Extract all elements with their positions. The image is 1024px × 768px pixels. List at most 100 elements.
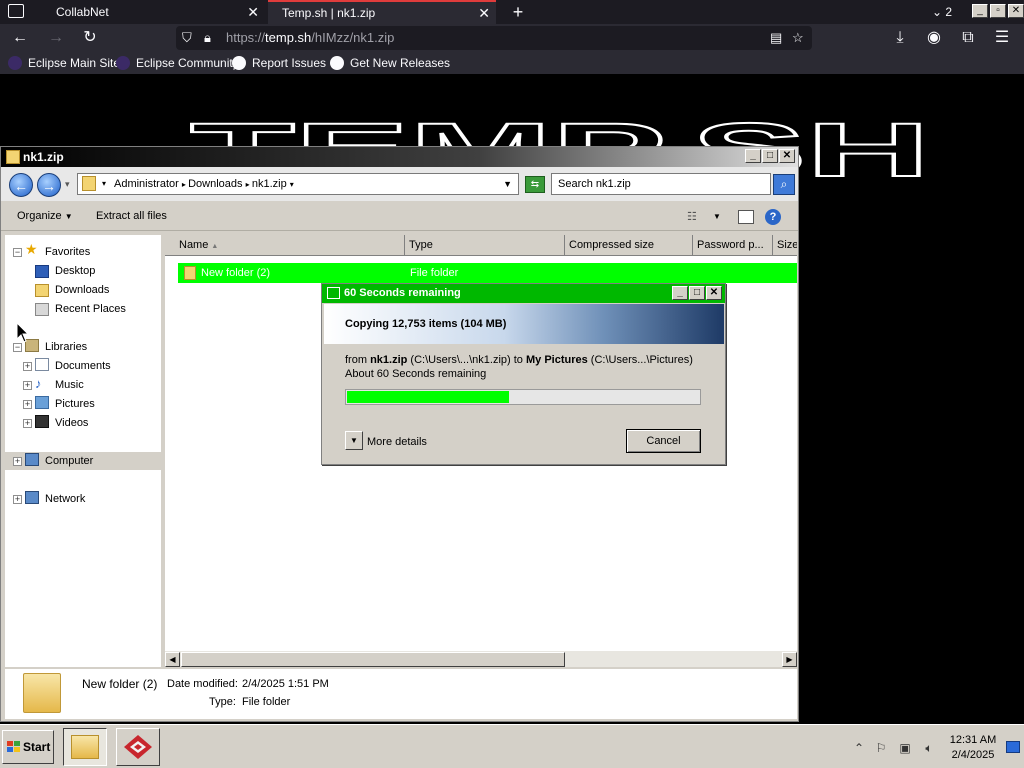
table-row[interactable]: New folder (2) File folder: [178, 263, 797, 283]
new-tab-icon[interactable]: +: [508, 0, 528, 24]
tab-temp-sh[interactable]: Temp.sh | nk1.zip ✕: [268, 0, 496, 24]
show-hidden-icons-icon[interactable]: ⌃: [852, 741, 866, 755]
expand-icon[interactable]: +: [13, 495, 22, 504]
minimize-icon[interactable]: _: [745, 149, 761, 163]
taskbar-app[interactable]: [116, 728, 160, 766]
clock-time[interactable]: 12:31 AM: [948, 734, 998, 746]
expand-icon[interactable]: +: [23, 362, 32, 371]
refresh-icon[interactable]: ⇆: [525, 176, 545, 193]
breadcrumb-administrator[interactable]: Administrator: [114, 178, 179, 190]
breadcrumb-nk1-zip[interactable]: nk1.zip: [252, 178, 287, 190]
chevron-down-icon[interactable]: ▾: [65, 179, 70, 190]
cancel-button[interactable]: Cancel: [626, 429, 701, 453]
expand-icon[interactable]: +: [23, 400, 32, 409]
scroll-thumb[interactable]: [181, 652, 565, 667]
preview-pane-icon[interactable]: [738, 210, 754, 224]
organize-button[interactable]: Organize ▼: [17, 210, 73, 222]
forward-arrow-icon[interactable]: →: [46, 28, 66, 48]
address-bar[interactable]: ▾ Administrator ▸ Downloads ▸ nk1.zip ▾ …: [77, 173, 519, 195]
minimize-icon[interactable]: _: [972, 4, 988, 18]
horizontal-scrollbar[interactable]: ◀ ▶: [165, 650, 797, 667]
minimize-icon[interactable]: _: [672, 286, 688, 300]
close-icon[interactable]: ✕: [478, 2, 490, 24]
desktop-icon: [35, 265, 49, 278]
extensions-icon[interactable]: ⧉: [958, 28, 978, 48]
bookmark-star-icon[interactable]: ☆: [792, 26, 804, 50]
bookmark-eclipse-community[interactable]: Eclipse Community: [116, 55, 239, 71]
forward-arrow-icon[interactable]: →: [37, 173, 61, 197]
column-size[interactable]: Size: [773, 235, 797, 256]
maximize-icon[interactable]: □: [689, 286, 705, 300]
bookmark-eclipse-main[interactable]: Eclipse Main Site: [8, 55, 120, 71]
window-controls: _ ▫ ✕: [972, 2, 1024, 20]
expand-icon[interactable]: +: [23, 381, 32, 390]
breadcrumb-downloads[interactable]: Downloads: [188, 178, 242, 190]
collapse-icon[interactable]: −: [13, 343, 22, 352]
view-options-icon[interactable]: ☷: [687, 210, 697, 223]
details-modified-value: 2/4/2025 1:51 PM: [242, 678, 329, 690]
nav-favorites[interactable]: Favorites: [45, 243, 90, 261]
column-type[interactable]: Type: [405, 235, 565, 256]
nav-recent-places[interactable]: Recent Places: [55, 300, 126, 318]
help-icon[interactable]: ?: [765, 209, 781, 225]
explorer-title-bar[interactable]: nk1.zip _ □ ✕: [1, 147, 798, 167]
more-details-toggle[interactable]: ▼: [345, 431, 363, 450]
back-arrow-icon[interactable]: ←: [10, 28, 30, 48]
volume-icon[interactable]: 🔈︎: [922, 741, 936, 755]
network-icon[interactable]: ▣: [898, 741, 912, 755]
collapse-icon[interactable]: −: [13, 248, 22, 257]
nav-network[interactable]: Network: [45, 490, 85, 508]
close-icon[interactable]: ✕: [779, 149, 795, 163]
shield-icon[interactable]: ⛉: [182, 26, 192, 50]
url-bar[interactable]: ⛉ 🔒︎ https://temp.sh/hIMzz/nk1.zip ▤ ☆: [176, 26, 812, 50]
close-icon[interactable]: ✕: [247, 0, 259, 24]
chevron-down-icon[interactable]: ▾: [290, 180, 294, 189]
menu-icon[interactable]: ☰: [992, 28, 1012, 48]
download-icon[interactable]: ⤓: [890, 28, 910, 48]
expand-icon[interactable]: +: [23, 419, 32, 428]
expand-icon[interactable]: +: [13, 457, 22, 466]
search-input[interactable]: Search nk1.zip: [551, 173, 771, 195]
scroll-left-icon[interactable]: ◀: [165, 652, 180, 667]
nav-desktop[interactable]: Desktop: [55, 262, 95, 280]
clock-date[interactable]: 2/4/2025: [948, 749, 998, 761]
restore-icon[interactable]: ▫: [990, 4, 1006, 18]
nav-music[interactable]: Music: [55, 376, 84, 394]
close-icon[interactable]: ✕: [1008, 4, 1024, 18]
dialog-title-bar[interactable]: 60 Seconds remaining _ □ ✕: [322, 284, 725, 303]
chevron-down-icon[interactable]: ▼: [713, 212, 721, 221]
show-desktop-icon[interactable]: [1006, 741, 1020, 753]
account-icon[interactable]: ◉: [924, 28, 944, 48]
bookmark-get-new-releases[interactable]: Get New Releases: [330, 55, 450, 71]
close-icon[interactable]: ✕: [706, 286, 722, 300]
nav-computer[interactable]: Computer: [45, 452, 93, 470]
tab-collabnet[interactable]: CollabNet ✕: [0, 0, 265, 24]
nav-documents[interactable]: Documents: [55, 357, 111, 375]
search-icon[interactable]: ⌕: [773, 174, 795, 195]
maximize-icon[interactable]: □: [762, 149, 778, 163]
column-name[interactable]: Name ▲: [165, 235, 405, 256]
chevron-down-icon[interactable]: ▾: [102, 174, 106, 194]
nav-libraries[interactable]: Libraries: [45, 338, 87, 356]
extract-all-button[interactable]: Extract all files: [96, 210, 167, 222]
back-arrow-icon[interactable]: ←: [9, 173, 33, 197]
nav-downloads[interactable]: Downloads: [55, 281, 109, 299]
taskbar-explorer[interactable]: [63, 728, 107, 766]
scroll-right-icon[interactable]: ▶: [782, 652, 797, 667]
reload-icon[interactable]: ↻: [80, 28, 100, 48]
bookmark-label: Get New Releases: [350, 56, 451, 70]
column-compressed-size[interactable]: Compressed size: [565, 235, 693, 256]
source-name[interactable]: nk1.zip: [370, 354, 407, 366]
destination-name[interactable]: My Pictures: [526, 354, 588, 366]
tab-count[interactable]: ⌄ 2: [932, 0, 952, 24]
start-button[interactable]: Start: [2, 730, 54, 764]
nav-videos[interactable]: Videos: [55, 414, 88, 432]
reader-view-icon[interactable]: ▤: [770, 26, 782, 50]
bookmark-report-issues[interactable]: Report Issues: [232, 55, 326, 71]
action-center-flag-icon[interactable]: ⚐: [874, 741, 888, 755]
column-password[interactable]: Password p...: [693, 235, 773, 256]
chevron-down-icon[interactable]: ▼: [503, 174, 512, 194]
more-details-label[interactable]: More details: [367, 436, 427, 448]
lock-icon[interactable]: 🔒︎: [204, 26, 211, 50]
nav-pictures[interactable]: Pictures: [55, 395, 95, 413]
